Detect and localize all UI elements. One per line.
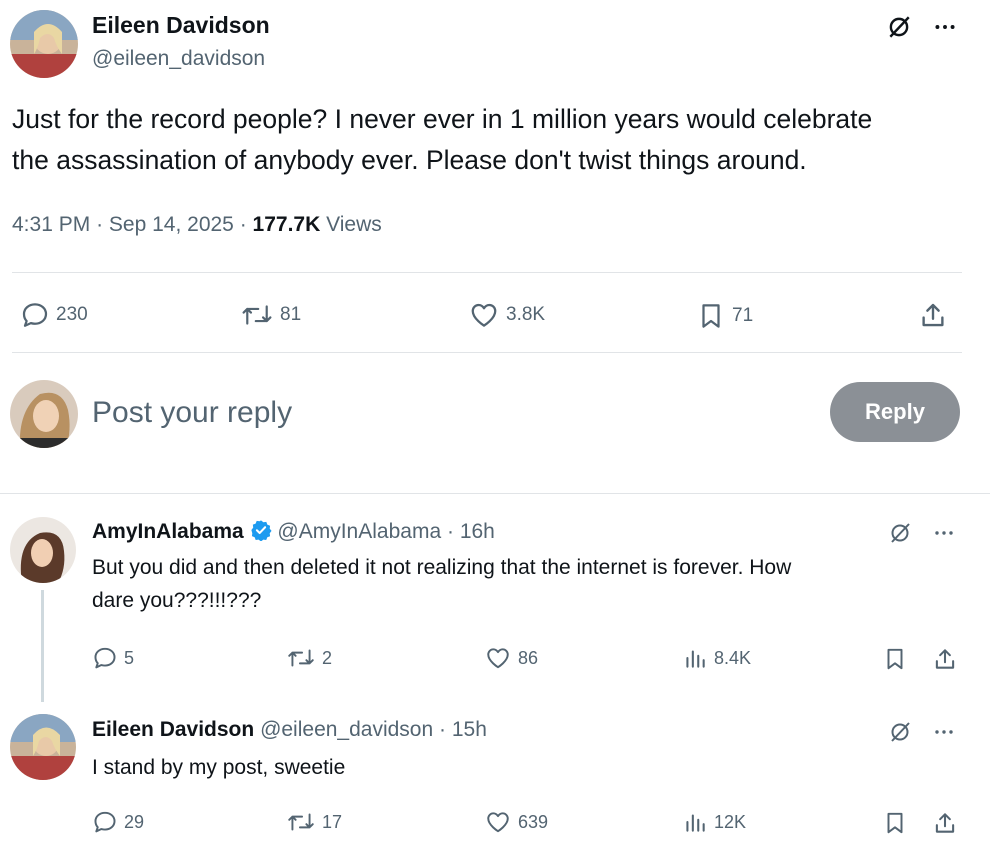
author-name[interactable]: Eileen Davidson (92, 12, 270, 39)
bookmark-count: 71 (732, 305, 754, 326)
like-icon (484, 645, 512, 671)
reply-count: 230 (56, 304, 88, 325)
reply-author-name[interactable]: AmyInAlabama (92, 520, 244, 543)
reply-icon (20, 300, 50, 330)
reply-avatar[interactable] (10, 714, 76, 780)
reply-age[interactable]: 15h (452, 718, 487, 741)
divider (0, 493, 990, 494)
more-icon[interactable] (932, 521, 956, 545)
reply-avatar[interactable] (10, 517, 76, 583)
reply-header: Eileen Davidson @eileen_davidson · 15h (92, 718, 487, 742)
views-count: 177.7K (252, 213, 321, 236)
post-text-line-2: the assassination of anybody ever. Pleas… (12, 145, 807, 175)
bookmark-icon[interactable] (882, 645, 908, 673)
reply-text-line-1: But you did and then deleted it not real… (92, 556, 792, 579)
reply-action[interactable]: 5 (92, 645, 134, 671)
repost-action[interactable]: 81 (240, 300, 301, 330)
reply-icon (92, 809, 118, 835)
reply-text-line-1: I stand by my post, sweetie (92, 756, 346, 779)
views-count: 12K (714, 811, 747, 832)
like-icon (484, 809, 512, 835)
divider (12, 352, 962, 353)
post-meta: 4:31 PM · Sep 14, 2025 · 177.7K Views (12, 213, 382, 237)
post-date[interactable]: Sep 14, 2025 (109, 213, 234, 236)
reply-author-handle[interactable]: @eileen_davidson (260, 718, 433, 741)
meta-separator: · (446, 520, 454, 543)
reply-action[interactable]: 29 (92, 809, 144, 835)
grok-icon[interactable] (888, 521, 912, 545)
repost-icon (240, 300, 274, 330)
reply-text-line-2: dare you???!!!??? (92, 589, 262, 612)
like-action[interactable]: 639 (484, 809, 548, 835)
divider (12, 272, 962, 273)
share-icon[interactable] (932, 809, 958, 837)
meta-separator: · (96, 213, 104, 236)
views-icon (682, 809, 708, 835)
views-label: Views (326, 213, 382, 236)
meta-separator: · (239, 213, 247, 236)
repost-icon (286, 809, 316, 835)
reply-author-handle[interactable]: @AmyInAlabama (277, 520, 441, 543)
grok-icon[interactable] (888, 720, 912, 744)
like-icon (468, 300, 500, 330)
repost-action[interactable]: 17 (286, 809, 342, 835)
reply-placeholder[interactable]: Post your reply (92, 396, 292, 430)
views-action[interactable]: 12K (682, 809, 746, 835)
author-handle[interactable]: @eileen_davidson (92, 47, 265, 71)
share-icon[interactable] (932, 645, 958, 673)
post-text-line-1: Just for the record people? I never ever… (12, 104, 873, 134)
like-action[interactable]: 86 (484, 645, 538, 671)
views-icon (682, 645, 708, 671)
repost-count: 2 (322, 647, 333, 668)
bookmark-icon[interactable] (882, 809, 908, 837)
reply-button[interactable]: Reply (830, 382, 960, 442)
thread-line (41, 590, 44, 702)
meta-separator: · (439, 718, 447, 741)
views-count: 8.4K (714, 647, 752, 668)
reply-action[interactable]: 230 (20, 300, 88, 330)
more-icon[interactable] (932, 14, 958, 40)
author-avatar[interactable] (10, 10, 78, 78)
repost-action[interactable]: 2 (286, 645, 332, 671)
bookmark-icon (696, 300, 726, 332)
reply-header: AmyInAlabama @AmyInAlabama · 16h (92, 519, 495, 547)
like-count: 86 (518, 647, 539, 668)
my-avatar[interactable] (10, 380, 78, 448)
post-time[interactable]: 4:31 PM (12, 213, 90, 236)
repost-icon (286, 645, 316, 671)
like-action[interactable]: 3.8K (468, 300, 545, 330)
like-count: 639 (518, 811, 549, 832)
reply-age[interactable]: 16h (460, 520, 495, 543)
bookmark-action[interactable]: 71 (696, 300, 753, 332)
views-action[interactable]: 8.4K (682, 645, 751, 671)
repost-count: 81 (280, 304, 302, 325)
reply-icon (92, 645, 118, 671)
more-icon[interactable] (932, 720, 956, 744)
share-icon[interactable] (918, 299, 948, 331)
like-count: 3.8K (506, 304, 546, 325)
reply-author-name[interactable]: Eileen Davidson (92, 718, 254, 741)
verified-icon (250, 519, 272, 547)
reply-count: 29 (124, 811, 145, 832)
repost-count: 17 (322, 811, 343, 832)
reply-count: 5 (124, 647, 135, 668)
grok-icon[interactable] (886, 14, 912, 40)
